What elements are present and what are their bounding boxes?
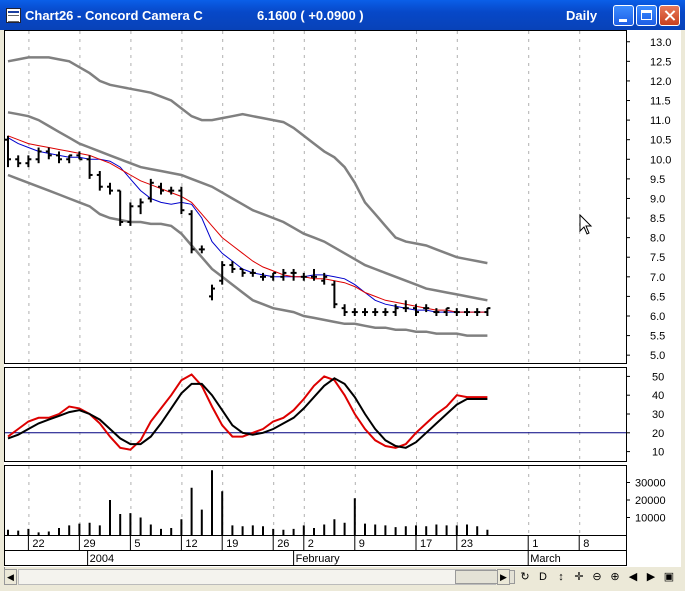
refresh-icon[interactable]: ↻ [517, 568, 533, 586]
osc-tick-label: 30 [652, 409, 664, 421]
panel-frame [4, 465, 627, 536]
x-group-label: 2004 [90, 553, 114, 565]
price-tick-label: 13.0 [650, 37, 671, 49]
price-tick-label: 8.5 [650, 213, 665, 225]
price-tick-label: 10.0 [650, 154, 671, 166]
grid-lines [4, 30, 627, 536]
volume-tick-label: 30000 [635, 478, 666, 490]
horizontal-scrollbar[interactable]: ◀ ▶ ↻ D ↕ ✛ ⊖ ⊕ ◀ ▶ ▣ [4, 567, 681, 587]
price-tick-label: 7.5 [650, 252, 665, 264]
osc-tick-label: 20 [652, 428, 664, 440]
x-tick-label: 26 [277, 538, 289, 550]
zoom-in-icon[interactable]: ⊕ [607, 568, 623, 586]
volume-tick-label: 20000 [635, 495, 666, 507]
x-tick-label: 5 [134, 538, 140, 550]
price-tick-label: 11.5 [650, 96, 671, 108]
x-group-label: March [530, 553, 561, 565]
x-tick-label: 8 [583, 538, 589, 550]
scroll-right-arrow-icon[interactable]: ▶ [497, 569, 510, 585]
price-tick-label: 10.5 [650, 135, 671, 147]
chart-window: Chart26 - Concord Camera C 6.1600 ( +0.0… [0, 0, 685, 591]
price-tick-label: 9.5 [650, 174, 665, 186]
price-tick-label: 5.0 [650, 350, 665, 362]
x-tick-label: 2 [308, 538, 314, 550]
price-tick-label: 8.0 [650, 233, 665, 245]
move-icon[interactable]: ✛ [571, 568, 587, 586]
price-tick-label: 12.0 [650, 76, 671, 88]
price-tick-label: 7.0 [650, 272, 665, 284]
x-tick-label: 1 [532, 538, 538, 550]
x-tick-label: 23 [461, 538, 473, 550]
price-tick-label: 11.0 [650, 115, 671, 127]
x-tick-label: 29 [83, 538, 95, 550]
updown-icon[interactable]: ↕ [553, 568, 569, 586]
x-tick-label: 22 [32, 538, 44, 550]
x-tick-label: 12 [185, 538, 197, 550]
window-title: Chart26 - Concord Camera C [25, 8, 203, 23]
scroll-track[interactable] [18, 569, 515, 585]
osc-tick-label: 40 [652, 390, 664, 402]
data-icon[interactable]: D [535, 568, 551, 586]
volume-tick-label: 10000 [635, 513, 666, 525]
app-icon[interactable] [6, 8, 21, 23]
osc-tick-label: 50 [652, 371, 664, 383]
close-button[interactable] [659, 5, 680, 26]
price-readout: 6.1600 ( +0.0900 ) [257, 8, 364, 23]
osc-tick-label: 10 [652, 447, 664, 459]
restore-icon[interactable]: ▣ [661, 568, 677, 586]
period-label: Daily [566, 8, 598, 23]
price-tick-label: 9.0 [650, 193, 665, 205]
x-group-label: February [296, 553, 341, 565]
panel-frame [4, 367, 627, 462]
x-tick-label: 9 [359, 538, 365, 550]
scroll-left-arrow-icon[interactable]: ◀ [4, 569, 17, 585]
x-tick-label: 17 [420, 538, 432, 550]
price-tick-label: 12.5 [650, 56, 671, 68]
minimize-button[interactable] [613, 5, 634, 26]
scroll-right-icon[interactable]: ▶ [643, 568, 659, 586]
x-tick-label: 19 [226, 538, 238, 550]
scroll-left-icon[interactable]: ◀ [625, 568, 641, 586]
chart-area[interactable]: 5.05.56.06.57.07.58.08.59.09.510.010.511… [4, 30, 681, 567]
maximize-button[interactable] [636, 5, 657, 26]
zoom-out-icon[interactable]: ⊖ [589, 568, 605, 586]
price-tick-label: 6.5 [650, 291, 665, 303]
price-tick-label: 5.5 [650, 331, 665, 343]
title-bar[interactable]: Chart26 - Concord Camera C 6.1600 ( +0.0… [0, 0, 685, 30]
price-tick-label: 6.0 [650, 311, 665, 323]
